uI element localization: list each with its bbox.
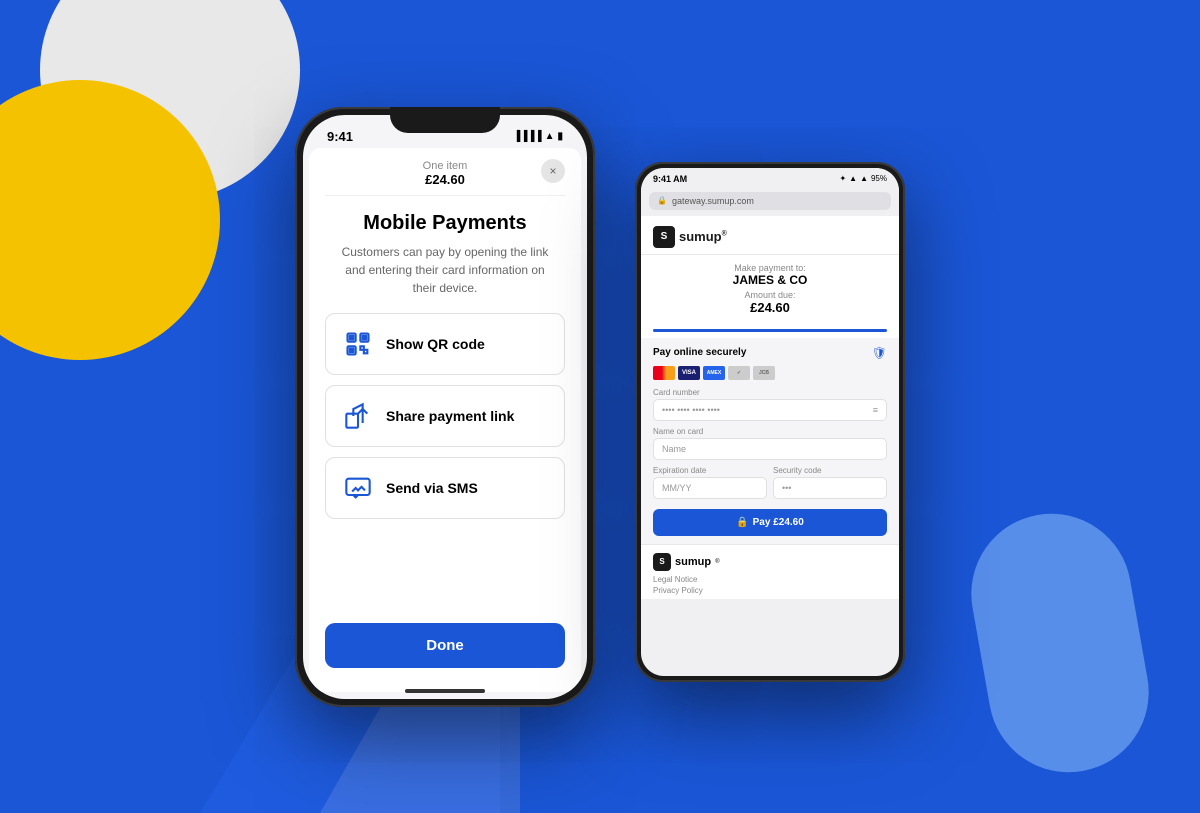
amount-progress-bar bbox=[653, 329, 887, 332]
url-bar[interactable]: 🔒 gateway.sumup.com bbox=[649, 192, 891, 210]
android-status-icons: ✦ ▲ ▲ 95% bbox=[839, 174, 887, 183]
card-logos: VISA AMEX ✓ JCB bbox=[653, 366, 887, 380]
security-label: Security code bbox=[773, 466, 887, 475]
payment-info: Make payment to: JAMES & CO Amount due: … bbox=[641, 255, 899, 323]
iphone-time: 9:41 bbox=[327, 129, 353, 144]
app-content: One item £24.60 × Mobile Payments Custom… bbox=[309, 148, 581, 692]
header-amount: £24.60 bbox=[325, 172, 565, 187]
iphone-home-bar bbox=[405, 689, 485, 693]
sms-label: Send via SMS bbox=[386, 480, 478, 496]
security-input[interactable]: ••• bbox=[773, 477, 887, 499]
pay-section-header: Pay online securely 🛡 bbox=[653, 346, 887, 360]
amex-logo: AMEX bbox=[703, 366, 725, 380]
card-input-icon: ≡ bbox=[873, 405, 878, 415]
share-link-button[interactable]: Share payment link bbox=[325, 385, 565, 447]
scene: 9:41 ▐▐▐▐ ▲ ▮ One item £24.60 × Mobile P… bbox=[0, 0, 1200, 813]
sms-button[interactable]: Send via SMS bbox=[325, 457, 565, 519]
browser-chrome: 🔒 gateway.sumup.com bbox=[641, 188, 899, 216]
footer-links: Legal Notice Privacy Policy bbox=[653, 575, 887, 595]
bt-icon: ✦ bbox=[839, 174, 846, 183]
footer-logo: S sumup® bbox=[653, 553, 887, 571]
name-field: Name on card Name bbox=[653, 427, 887, 460]
card-number-label: Card number bbox=[653, 388, 887, 397]
header-subtitle: One item bbox=[325, 160, 565, 172]
sumup-logo: S sumup® bbox=[653, 226, 727, 248]
description-text: Customers can pay by opening the link an… bbox=[325, 243, 565, 297]
payment-page: S sumup® Make payment to: JAMES & CO Amo… bbox=[641, 216, 899, 599]
card4-logo: ✓ bbox=[728, 366, 750, 380]
shield-icon: 🛡 bbox=[872, 346, 887, 360]
wifi-icon: ▲ bbox=[545, 131, 555, 142]
name-input[interactable]: Name bbox=[653, 438, 887, 460]
app-header: One item £24.60 × bbox=[325, 148, 565, 196]
pay-section: Pay online securely 🛡 VISA AMEX ✓ JCB Ca… bbox=[641, 338, 899, 544]
android-wifi: ▲ bbox=[860, 174, 868, 183]
pay-button[interactable]: 🔒 Pay £24.60 bbox=[653, 509, 887, 536]
qr-code-label: Show QR code bbox=[386, 336, 485, 352]
footer-brand-text: sumup bbox=[675, 556, 711, 568]
iphone-status-icons: ▐▐▐▐ ▲ ▮ bbox=[513, 131, 563, 142]
qr-code-button[interactable]: Show QR code bbox=[325, 313, 565, 375]
signal-icon: ▐▐▐▐ bbox=[513, 131, 541, 142]
sms-icon bbox=[342, 472, 374, 504]
battery-icon: ▮ bbox=[557, 131, 563, 142]
url-text: gateway.sumup.com bbox=[672, 196, 754, 206]
android-device: 9:41 AM ✦ ▲ ▲ 95% 🔒 gateway.sumup.com bbox=[635, 162, 905, 682]
android-screen: 9:41 AM ✦ ▲ ▲ 95% 🔒 gateway.sumup.com bbox=[641, 168, 899, 676]
name-label: Name on card bbox=[653, 427, 887, 436]
iphone-screen: 9:41 ▐▐▐▐ ▲ ▮ One item £24.60 × Mobile P… bbox=[303, 115, 587, 699]
amount-value: £24.60 bbox=[653, 300, 887, 315]
footer-sumup-icon: S bbox=[653, 553, 671, 571]
iphone-notch bbox=[390, 107, 500, 133]
expiry-input[interactable]: MM/YY bbox=[653, 477, 767, 499]
visa-logo: VISA bbox=[678, 366, 700, 380]
expiry-security-row: Expiration date MM/YY Security code ••• bbox=[653, 466, 887, 505]
mastercard-logo bbox=[653, 366, 675, 380]
amount-label: Amount due: bbox=[653, 290, 887, 300]
card-number-input[interactable]: •••• •••• •••• •••• ≡ bbox=[653, 399, 887, 421]
main-title: Mobile Payments bbox=[325, 212, 565, 235]
android-battery: 95% bbox=[871, 174, 887, 183]
payment-footer: S sumup® Legal Notice Privacy Policy bbox=[641, 544, 899, 599]
payment-to-label: Make payment to: bbox=[653, 263, 887, 273]
android-time: 9:41 AM bbox=[653, 174, 687, 184]
payment-header: S sumup® bbox=[641, 216, 899, 255]
pay-lock-icon: 🔒 bbox=[736, 517, 748, 528]
android-status-bar: 9:41 AM ✦ ▲ ▲ 95% bbox=[641, 168, 899, 188]
merchant-name: JAMES & CO bbox=[653, 273, 887, 287]
close-button[interactable]: × bbox=[541, 159, 565, 183]
android-signal: ▲ bbox=[849, 174, 857, 183]
done-button[interactable]: Done bbox=[325, 623, 565, 668]
expiry-label: Expiration date bbox=[653, 466, 767, 475]
lock-icon: 🔒 bbox=[657, 196, 667, 205]
card-number-field: Card number •••• •••• •••• •••• ≡ bbox=[653, 388, 887, 421]
sumup-icon: S bbox=[653, 226, 675, 248]
privacy-policy-link[interactable]: Privacy Policy bbox=[653, 586, 887, 595]
iphone-device: 9:41 ▐▐▐▐ ▲ ▮ One item £24.60 × Mobile P… bbox=[295, 107, 595, 707]
share-link-label: Share payment link bbox=[386, 408, 514, 424]
pay-section-title: Pay online securely bbox=[653, 347, 746, 358]
security-field: Security code ••• bbox=[773, 466, 887, 499]
qr-icon bbox=[342, 328, 374, 360]
share-icon bbox=[342, 400, 374, 432]
expiry-field: Expiration date MM/YY bbox=[653, 466, 767, 499]
card5-logo: JCB bbox=[753, 366, 775, 380]
sumup-brand-text: sumup® bbox=[679, 229, 727, 244]
legal-notice-link[interactable]: Legal Notice bbox=[653, 575, 887, 584]
